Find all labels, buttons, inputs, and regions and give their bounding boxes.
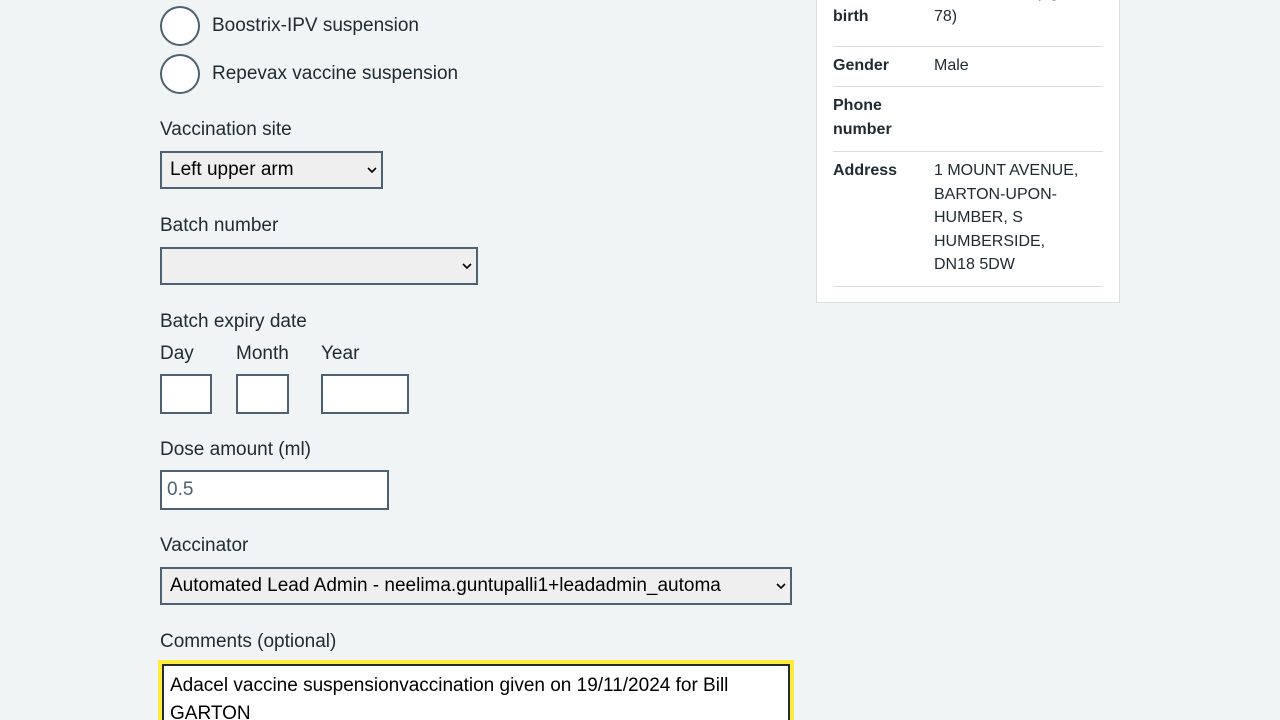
vaccinator-select[interactable]: Automated Lead Admin - neelima.guntupall… [160,567,792,605]
batch-number-label: Batch number [160,215,279,236]
batch-number-select[interactable] [160,247,478,285]
dose-amount-label: Dose amount (ml) [160,439,311,460]
expiry-month-label: Month [236,343,289,364]
radio-option-boostrix[interactable]: Boostrix-IPV suspension [160,6,419,46]
batch-expiry-label: Batch expiry date [160,311,307,332]
expiry-day-label: Day [160,343,194,364]
summary-row-phone: Phone number [833,87,1103,152]
summary-row-dob: Date of birth 25 June 1946 (aged 78) [833,0,1103,47]
vaccinator-value: Automated Lead Admin - neelima.guntupall… [170,575,721,596]
vaccination-form-page: Boostrix-IPV suspension Repevax vaccine … [0,0,1280,720]
summary-key: Address [833,162,898,179]
comments-label: Comments (optional) [160,631,337,652]
chevron-down-icon [776,583,786,590]
summary-row-address: Address 1 MOUNT AVENUE, BARTON-UPON-HUMB… [833,152,1103,287]
expiry-year-input[interactable] [321,374,409,414]
chevron-down-icon [462,263,472,270]
chevron-down-icon [367,167,377,174]
radio-label[interactable]: Repevax vaccine suspension [212,63,458,85]
radio-label[interactable]: Boostrix-IPV suspension [212,15,419,37]
summary-key: Gender [833,57,890,74]
radio-button[interactable] [160,54,200,94]
radio-button[interactable] [160,6,200,46]
vaccination-site-label: Vaccination site [160,119,292,140]
vaccination-site-value: Left upper arm [170,159,294,180]
summary-key: Phone number [833,97,892,138]
expiry-year-label: Year [321,343,360,364]
comments-textarea[interactable]: Adacel vaccine suspensionvaccination giv… [162,664,790,720]
summary-key: Date of birth [833,0,887,25]
summary-value: 1 MOUNT AVENUE, BARTON-UPON-HUMBER, S HU… [934,162,1079,273]
radio-option-repevax[interactable]: Repevax vaccine suspension [160,54,458,94]
expiry-day-input[interactable] [160,374,212,414]
vaccination-site-select[interactable]: Left upper arm [160,151,383,189]
summary-value: Male [934,57,969,74]
summary-value: 25 June 1946 (aged 78) [934,0,1076,25]
summary-row-gender: Gender Male [833,47,1103,87]
dose-amount-input[interactable]: 0.5 [160,470,389,510]
comments-textarea-focus[interactable]: Adacel vaccine suspensionvaccination giv… [158,660,794,720]
patient-summary-card: Date of birth 25 June 1946 (aged 78) Gen… [816,0,1120,303]
expiry-month-input[interactable] [236,374,289,414]
vaccinator-label: Vaccinator [160,535,249,556]
